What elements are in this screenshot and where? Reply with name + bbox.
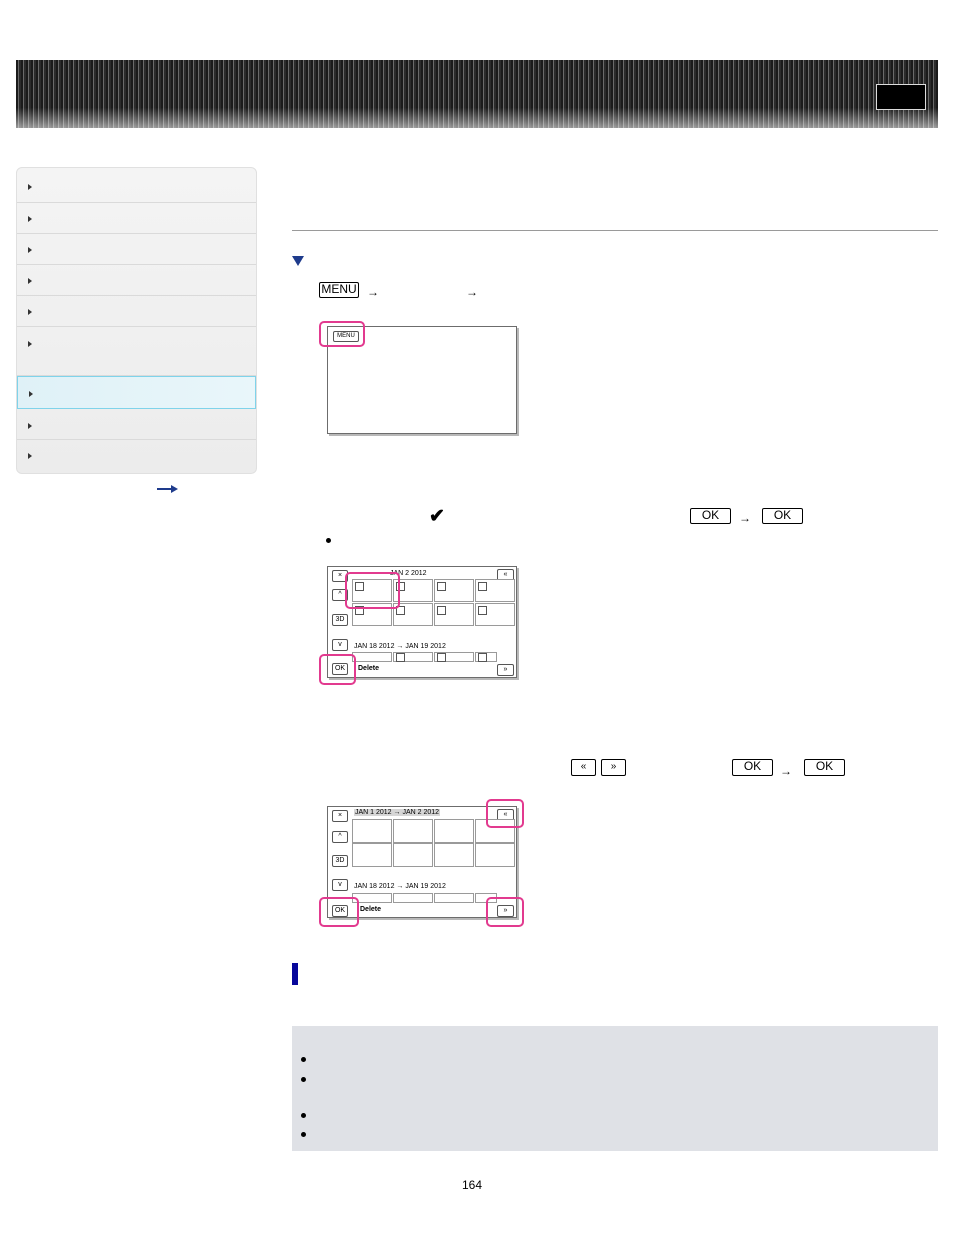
highlight-page-down bbox=[486, 897, 524, 927]
triangle-right-icon bbox=[28, 278, 32, 284]
highlight-page-up bbox=[486, 799, 524, 828]
close-icon: × bbox=[332, 810, 348, 822]
arrow-right-icon: → bbox=[780, 764, 792, 778]
section-marker bbox=[292, 963, 298, 985]
sidebar-item-6[interactable] bbox=[17, 327, 256, 376]
sidebar-item-5[interactable] bbox=[17, 296, 256, 327]
bullet bbox=[301, 1077, 306, 1082]
mode-3d-button: 3D bbox=[332, 855, 348, 867]
header-banner bbox=[16, 60, 938, 128]
triangle-right-icon bbox=[28, 341, 32, 347]
triangle-down-icon bbox=[292, 256, 304, 266]
triangle-right-icon bbox=[28, 216, 32, 222]
down-icon: v bbox=[332, 639, 348, 651]
highlight-ok bbox=[319, 897, 359, 927]
arrow-right-icon: → bbox=[739, 511, 751, 525]
bullet bbox=[326, 538, 331, 543]
highlight-thumbnail bbox=[345, 572, 400, 609]
bullet bbox=[301, 1113, 306, 1118]
menu-key-icon: MENU bbox=[319, 282, 359, 298]
sidebar-item-7-active[interactable] bbox=[17, 376, 256, 409]
page-down-key-icon: » bbox=[601, 759, 626, 776]
ok-key-icon: OK bbox=[762, 508, 803, 524]
arrow-right-icon[interactable] bbox=[157, 484, 179, 494]
date-range-label: JAN 18 2012 → JAN 19 2012 bbox=[354, 643, 446, 650]
sidebar-item-4[interactable] bbox=[17, 265, 256, 296]
page-number: 164 bbox=[462, 1178, 483, 1192]
triangle-right-icon bbox=[28, 247, 32, 253]
arrow-right-icon: → bbox=[466, 285, 478, 299]
date-range-label: JAN 1 2012 → JAN 2 2012 bbox=[354, 809, 441, 816]
sidebar-item-3[interactable] bbox=[17, 234, 256, 265]
triangle-right-icon bbox=[28, 184, 32, 190]
page-up-key-icon: « bbox=[571, 759, 596, 776]
mode-3d-button: 3D bbox=[332, 614, 348, 626]
highlight-ok bbox=[319, 654, 356, 685]
page-down-icon: » bbox=[497, 664, 514, 676]
highlight-menu bbox=[319, 321, 365, 347]
sidebar-nav bbox=[16, 167, 257, 474]
triangle-right-icon bbox=[28, 423, 32, 429]
triangle-right-icon bbox=[29, 391, 33, 397]
up-icon: ^ bbox=[332, 831, 348, 843]
bullet bbox=[301, 1132, 306, 1137]
ok-key-icon: OK bbox=[732, 759, 773, 776]
sidebar-item-9[interactable] bbox=[17, 440, 256, 473]
triangle-right-icon bbox=[28, 309, 32, 315]
triangle-right-icon bbox=[28, 453, 32, 459]
bullet bbox=[301, 1057, 306, 1062]
sidebar-item-1[interactable] bbox=[17, 168, 256, 203]
arrow-right-icon: → bbox=[367, 285, 379, 299]
ok-key-icon: OK bbox=[804, 759, 845, 776]
delete-label: Delete bbox=[358, 665, 380, 672]
delete-label: Delete bbox=[360, 906, 382, 913]
header-search-box[interactable] bbox=[876, 84, 926, 110]
check-mark-icon: ✔ bbox=[429, 506, 445, 527]
sidebar-item-2[interactable] bbox=[17, 203, 256, 234]
title-divider bbox=[292, 230, 938, 231]
date-range-label: JAN 18 2012 → JAN 19 2012 bbox=[354, 883, 446, 890]
sidebar-item-8[interactable] bbox=[17, 409, 256, 440]
down-icon: v bbox=[332, 879, 348, 891]
ok-key-icon: OK bbox=[690, 508, 731, 524]
notes-box bbox=[292, 1026, 938, 1151]
